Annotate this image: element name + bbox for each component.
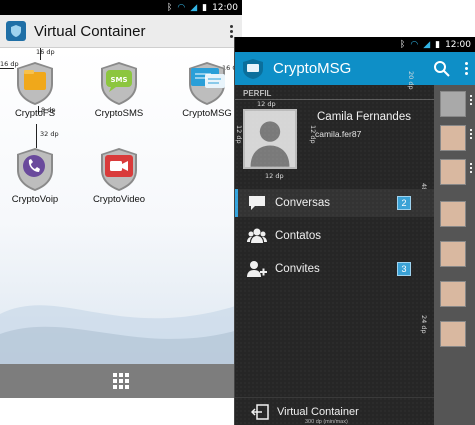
shield-logo-icon — [6, 21, 26, 41]
person-placeholder-icon — [245, 111, 295, 167]
drawer-item-conversas[interactable]: Conversas 2 — [235, 189, 434, 217]
screenshot-stage: ᛒ ◠ ◢ ▮ 12:00 Virtual Container 16 dp 16… — [0, 0, 475, 425]
svg-text:SMS: SMS — [110, 76, 127, 84]
overflow-menu-icon[interactable] — [470, 129, 474, 139]
status-time: 12:00 — [445, 39, 471, 50]
contact-avatar — [440, 281, 466, 307]
messenger-action-bar: CryptoMSG — [235, 52, 475, 85]
unread-badge: 2 — [397, 196, 411, 210]
cryptomsg-logo-icon — [243, 58, 263, 79]
contact-avatar — [440, 321, 466, 347]
contacts-list-behind-drawer — [434, 85, 475, 425]
launcher-title: Virtual Container — [34, 22, 146, 40]
group-icon — [247, 228, 267, 243]
signal-icon: ◢ — [423, 39, 431, 50]
messenger-phone: ᛒ ◠ ◢ ▮ 12:00 CryptoMSG PERFIL 12 dp 12 … — [234, 37, 475, 425]
unread-badge: 3 — [397, 262, 411, 276]
folder-shield-icon — [17, 62, 53, 105]
profile-username: camila.fer87 — [315, 129, 362, 139]
app-label: CryptoSMS — [94, 108, 144, 119]
chat-bubble-icon — [249, 196, 265, 210]
drawer-item-convites[interactable]: Convites 3 — [235, 255, 434, 283]
profile-name: Camila Fernandes — [317, 111, 411, 123]
section-header: PERFIL — [235, 89, 434, 100]
drawer-item-label: Conversas — [275, 197, 330, 209]
app-cryptovoip[interactable]: CryptoVoip — [0, 146, 70, 205]
battery-icon: ▮ — [435, 39, 441, 50]
overflow-menu-icon[interactable] — [463, 62, 469, 75]
dim-avatar-top: 12 dp — [257, 100, 276, 108]
app-cryptofs[interactable]: CryptoFS — [0, 60, 70, 119]
contact-avatar — [440, 201, 466, 227]
wifi-icon: ◠ — [177, 2, 186, 13]
app-label: CryptoVoip — [11, 194, 59, 205]
dim-header-right: 20 dp — [407, 71, 415, 90]
sms-shield-icon: SMS — [101, 62, 137, 105]
app-cryptosms[interactable]: SMS CryptoSMS — [84, 60, 154, 119]
contact-avatar — [440, 125, 466, 151]
wifi-icon: ◠ — [410, 39, 419, 50]
dim-avatar-left: 12 dp — [235, 125, 243, 144]
launcher-action-bar: Virtual Container — [0, 15, 242, 48]
app-label: CryptoVideo — [92, 194, 146, 205]
drawer-item-label: Convites — [275, 263, 320, 275]
add-contact-icon — [247, 261, 267, 277]
search-icon[interactable] — [433, 60, 451, 78]
drawer-item-contatos[interactable]: Contatos — [235, 222, 434, 250]
dim-top: 16 dp — [36, 48, 55, 56]
bluetooth-icon: ᛒ — [166, 2, 173, 13]
overflow-menu-icon[interactable] — [470, 95, 474, 105]
avatar[interactable] — [243, 109, 297, 169]
launcher-phone: ᛒ ◠ ◢ ▮ 12:00 Virtual Container 16 dp 16… — [0, 0, 242, 398]
contact-avatar — [440, 241, 466, 267]
app-cryptovideo[interactable]: CryptoVideo — [84, 146, 154, 205]
status-time: 12:00 — [212, 2, 238, 13]
app-label: CryptoFS — [14, 108, 56, 119]
drawer-width-note: 300 dp (min/max) — [305, 419, 348, 425]
bluetooth-icon: ᛒ — [399, 39, 406, 50]
overflow-menu-icon[interactable] — [226, 24, 236, 38]
background-wave — [0, 304, 242, 364]
phone-shield-icon — [17, 148, 53, 191]
overflow-menu-icon[interactable] — [470, 163, 474, 173]
chat-shield-icon — [189, 62, 225, 105]
dim-row-gap: 32 dp — [40, 130, 59, 138]
app-cryptomsg[interactable]: CryptoMSG — [172, 60, 242, 119]
app-label: CryptoMSG — [182, 108, 232, 119]
contact-avatar — [440, 159, 466, 185]
launcher-bottom-bar — [0, 364, 242, 398]
drawer-footer-label: Virtual Container — [277, 405, 359, 418]
exit-icon — [251, 403, 269, 420]
status-bar: ᛒ ◠ ◢ ▮ 12:00 — [0, 0, 242, 15]
contact-avatar — [440, 91, 466, 117]
video-shield-icon — [101, 148, 137, 191]
signal-icon: ◢ — [190, 2, 198, 13]
battery-icon: ▮ — [202, 2, 208, 13]
app-grid-icon[interactable] — [113, 373, 129, 389]
drawer-item-label: Contatos — [275, 230, 322, 242]
section-header-label: PERFIL — [243, 89, 272, 98]
dim-item-gap: 24 dp — [420, 315, 428, 334]
status-bar: ᛒ ◠ ◢ ▮ 12:00 — [235, 37, 475, 52]
dim-avatar-bottom: 12 dp — [265, 172, 284, 180]
navigation-drawer: PERFIL 12 dp 12 dp 12 dp 12 dp 20 dp 48 … — [235, 71, 434, 425]
launcher-home: 16 dp 16 dp 8 dp 32 dp 16 C CryptoFS SMS… — [0, 48, 242, 364]
